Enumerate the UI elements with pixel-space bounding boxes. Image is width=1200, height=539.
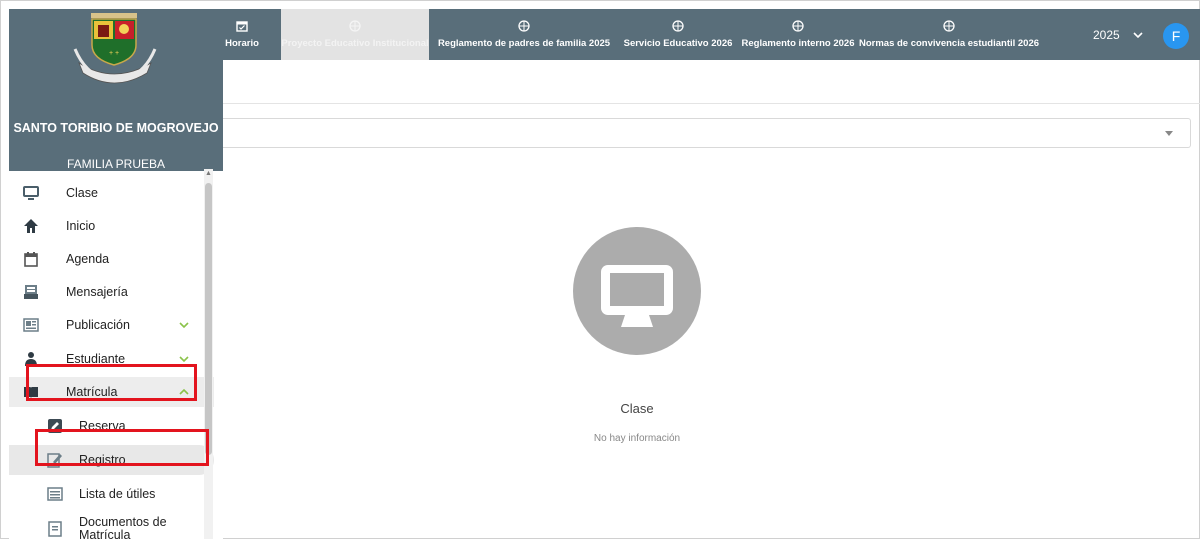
tab-label: Servicio Educativo 2026 [623,38,733,49]
tab-horario[interactable]: Horario [225,9,259,60]
tab-proyecto-educativo[interactable]: Proyecto Educativo Institucional [281,9,429,60]
course-select[interactable] [223,118,1191,148]
chevron-down-icon [179,322,189,329]
tab-label: Reglamento de padres de familia 2025 [437,38,611,49]
highlight-matricula [26,364,197,401]
empty-state-title: Clase [620,401,654,416]
tab-normas-convivencia[interactable]: Normas de convivencia estudiantil 2026 [859,9,1039,60]
sidebar-item-label: Inicio [66,219,96,233]
sidebar-item-agenda[interactable]: Agenda [9,244,214,274]
globe-icon [518,20,530,32]
message-icon [23,284,39,300]
svg-text:+ +: + + [109,50,119,57]
school-name: SANTO TORIBIO DE MOGROVEJO [13,121,219,135]
sidebar-item-label: Clase [66,186,98,200]
sidebar-item-inicio[interactable]: Inicio [9,211,214,241]
tab-label: Horario [225,38,259,49]
sidebar-item-clase[interactable]: Clase [9,178,214,208]
monitor-icon [23,185,39,201]
chevron-down-icon[interactable] [1133,30,1143,40]
dropdown-caret-icon[interactable] [1165,131,1173,136]
globe-icon [792,20,804,32]
calendar-icon [236,21,248,32]
school-crest-logo: + + [73,13,157,84]
tab-reglamento-interno[interactable]: Reglamento interno 2026 [741,9,855,60]
sidebar-item-label: Lista de útiles [79,487,156,501]
sidebar-item-label: Publicación [66,318,130,332]
sidebar-subitem-lista-utiles[interactable]: Lista de útiles [9,479,214,509]
tab-label: Reglamento interno 2026 [741,38,855,49]
list-icon [47,486,63,502]
tab-reglamento-padres[interactable]: Reglamento de padres de familia 2025 [435,9,613,60]
calendar-icon [23,251,39,267]
brand-header: + + SANTO TORIBIO DE MOGROVEJO FAMILIA P… [9,9,223,171]
globe-icon [349,20,361,32]
empty-state-message: No hay información [593,433,681,444]
sidebar-nav: Clase Inicio Agenda Mensajería Publicaci… [9,174,223,539]
document-icon [47,521,63,537]
newspaper-icon [23,317,39,333]
sidebar-item-label: Documentos de Matrícula [79,515,167,539]
sidebar-scrollbar-thumb[interactable] [205,183,212,455]
empty-state-icon-circle [573,227,701,355]
home-icon [23,218,39,234]
monitor-icon [601,265,673,327]
scroll-up-arrow-icon[interactable]: ▲ [205,169,212,179]
globe-icon [943,20,955,32]
tab-label: Proyecto Educativo Institucional [281,38,429,49]
family-name: FAMILIA PRUEBA [66,157,166,171]
top-bar: Horario Proyecto Educativo Institucional… [223,9,1200,60]
sidebar-item-label: Agenda [66,252,110,266]
highlight-registro [35,429,209,466]
sidebar-item-mensajeria[interactable]: Mensajería [9,277,214,307]
sidebar-item-publicacion[interactable]: Publicación [9,310,214,340]
app-window: + + SANTO TORIBIO DE MOGROVEJO FAMILIA P… [0,0,1200,539]
tab-label: Normas de convivencia estudiantil 2026 [858,38,1040,49]
sidebar-item-label: Mensajería [66,285,128,299]
user-avatar[interactable]: F [1163,23,1189,49]
year-selector[interactable]: 2025 [1093,28,1120,42]
sidebar-subitem-documentos[interactable]: Documentos de Matrícula [9,512,214,539]
tab-servicio-educativo[interactable]: Servicio Educativo 2026 [621,9,735,60]
globe-icon [672,20,684,32]
content-divider [223,103,1200,104]
